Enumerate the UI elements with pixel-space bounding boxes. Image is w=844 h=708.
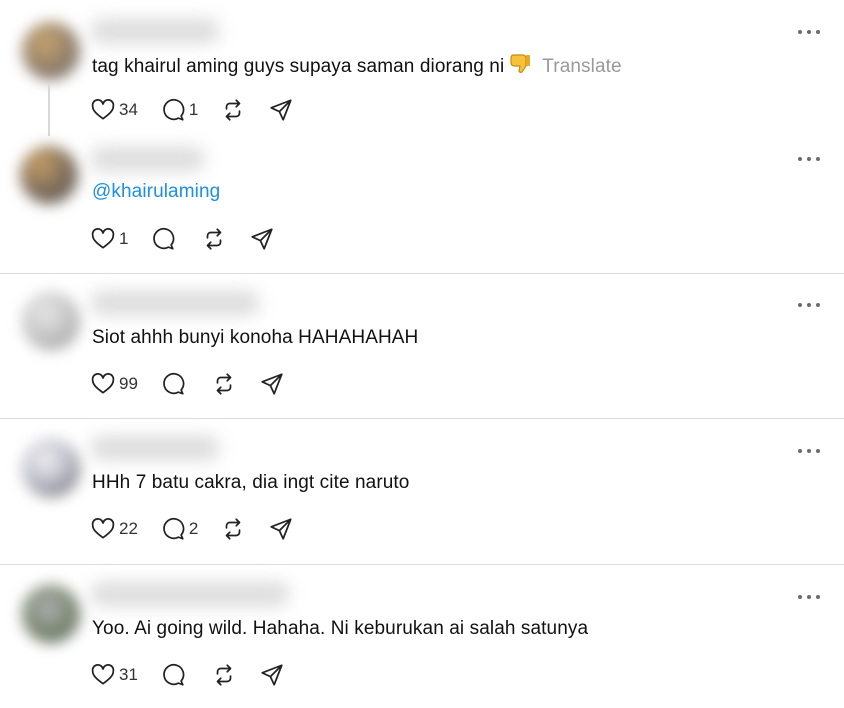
like-count: 31 [119, 665, 138, 684]
share-button[interactable] [268, 516, 294, 542]
avatar[interactable] [20, 146, 78, 204]
share-button[interactable] [259, 662, 285, 688]
action-bar: 99 [90, 371, 307, 397]
heart-icon [91, 373, 115, 394]
comment-icon [163, 372, 185, 395]
repost-button[interactable] [201, 226, 227, 252]
share-icon [251, 228, 274, 250]
avatar[interactable] [22, 585, 80, 643]
reply-count: 1 [188, 100, 199, 119]
username[interactable] [90, 18, 220, 44]
more-options-icon[interactable] [798, 447, 820, 455]
more-options-icon[interactable] [798, 155, 820, 163]
username[interactable] [90, 435, 220, 461]
divider [0, 564, 844, 565]
divider [0, 273, 844, 274]
share-icon [270, 99, 293, 121]
share-icon [261, 373, 283, 395]
repost-button[interactable] [220, 516, 246, 542]
heart-icon [91, 518, 115, 539]
post-text-row: tag khairul aming guys supaya saman dior… [92, 52, 622, 83]
divider [0, 418, 844, 419]
translate-link[interactable]: Translate [542, 56, 621, 77]
post-text: tag khairul aming guys supaya saman dior… [92, 56, 505, 77]
reply-button[interactable] [150, 226, 179, 252]
action-bar: 34 1 [90, 97, 316, 123]
share-button[interactable] [259, 371, 285, 397]
more-options-icon[interactable] [798, 28, 820, 36]
avatar[interactable] [22, 292, 80, 350]
like-button[interactable]: 22 [90, 516, 138, 542]
thumbs-down-emoji [510, 52, 532, 83]
like-count: 1 [119, 229, 129, 248]
more-options-icon[interactable] [798, 301, 820, 309]
reply-button[interactable]: 2 [160, 516, 198, 542]
heart-icon [91, 228, 115, 249]
share-button[interactable] [249, 226, 275, 252]
repost-icon [226, 99, 241, 121]
like-button[interactable]: 34 [90, 97, 138, 123]
share-icon [270, 518, 293, 540]
username[interactable] [90, 290, 260, 316]
avatar[interactable] [22, 439, 80, 497]
share-button[interactable] [268, 97, 294, 123]
action-bar: 31 [90, 662, 307, 688]
like-count: 34 [119, 100, 138, 119]
reply-button[interactable] [160, 662, 189, 688]
reply-count: 2 [188, 519, 199, 538]
share-icon [261, 664, 283, 686]
repost-icon [226, 518, 241, 540]
action-bar: 22 2 [90, 516, 316, 542]
more-options-icon[interactable] [798, 593, 820, 601]
comment-icon [163, 98, 185, 121]
repost-icon [216, 373, 232, 395]
like-count: 99 [119, 374, 138, 393]
post-text: Yoo. Ai going wild. Hahaha. Ni keburukan… [92, 618, 589, 639]
repost-icon [216, 664, 232, 686]
like-count: 22 [119, 519, 138, 538]
reply-button[interactable]: 1 [160, 97, 198, 123]
heart-icon [91, 664, 115, 685]
username[interactable] [90, 581, 290, 607]
post-text: Siot ahhh bunyi konoha HAHAHAHAH [92, 327, 419, 348]
heart-icon [91, 99, 115, 120]
post-text: HHh 7 batu cakra, dia ingt cite naruto [92, 472, 410, 493]
comment-icon [163, 663, 185, 686]
comment-icon [163, 517, 185, 540]
post-text[interactable]: @khairulaming [92, 180, 220, 204]
like-button[interactable]: 99 [90, 371, 138, 397]
like-button[interactable]: 31 [90, 662, 138, 688]
repost-button[interactable] [211, 662, 237, 688]
avatar[interactable] [22, 22, 80, 80]
username[interactable] [90, 146, 205, 172]
thread-line [48, 84, 50, 136]
repost-button[interactable] [211, 371, 237, 397]
like-button[interactable]: 1 [90, 226, 128, 252]
reply-button[interactable] [160, 371, 189, 397]
action-bar: 1 [90, 226, 297, 252]
repost-icon [207, 228, 222, 250]
repost-button[interactable] [220, 97, 246, 123]
comment-icon [153, 227, 175, 250]
